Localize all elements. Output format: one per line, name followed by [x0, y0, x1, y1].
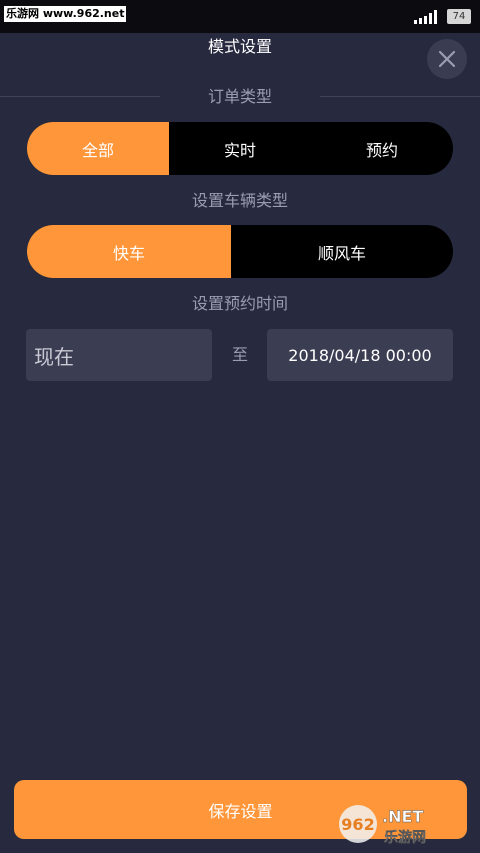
time-separator: 至	[231, 345, 248, 364]
logo-number: 962	[341, 815, 374, 834]
logo-suffix: .NET	[382, 807, 423, 826]
vehicle-express-button[interactable]: 快车	[27, 225, 231, 278]
site-watermark: 乐游网 www.962.net	[4, 6, 127, 22]
signal-icon	[414, 10, 438, 24]
page-title: 模式设置	[207, 37, 272, 56]
start-time-field[interactable]: 现在	[26, 329, 212, 381]
vehicle-type-label: 设置车辆类型	[191, 191, 288, 210]
status-bar: 乐游网 www.962.net 74	[0, 0, 480, 33]
close-button[interactable]	[427, 39, 467, 79]
order-type-realtime-button[interactable]: 实时	[169, 122, 311, 175]
order-type-reservation-button[interactable]: 预约	[311, 122, 453, 175]
site-logo-watermark: 962 .NET 乐游网	[339, 805, 426, 846]
order-type-segmented: 全部 实时 预约	[27, 122, 453, 175]
vehicle-type-segmented: 快车 顺风车	[27, 225, 453, 278]
close-icon	[438, 50, 456, 68]
vehicle-carpool-button[interactable]: 顺风车	[231, 225, 453, 278]
mode-settings-screen: 乐游网 www.962.net 74 模式设置 订单类型 全部 实时 预约 设置…	[0, 0, 480, 853]
end-time-field[interactable]: 2018/04/18 00:00	[267, 329, 453, 381]
battery-icon: 74	[447, 9, 471, 24]
logo-cn: 乐游网	[384, 829, 426, 846]
order-type-all-button[interactable]: 全部	[27, 122, 169, 175]
reservation-time-label: 设置预约时间	[191, 294, 288, 313]
order-type-label: 订单类型	[207, 87, 272, 106]
